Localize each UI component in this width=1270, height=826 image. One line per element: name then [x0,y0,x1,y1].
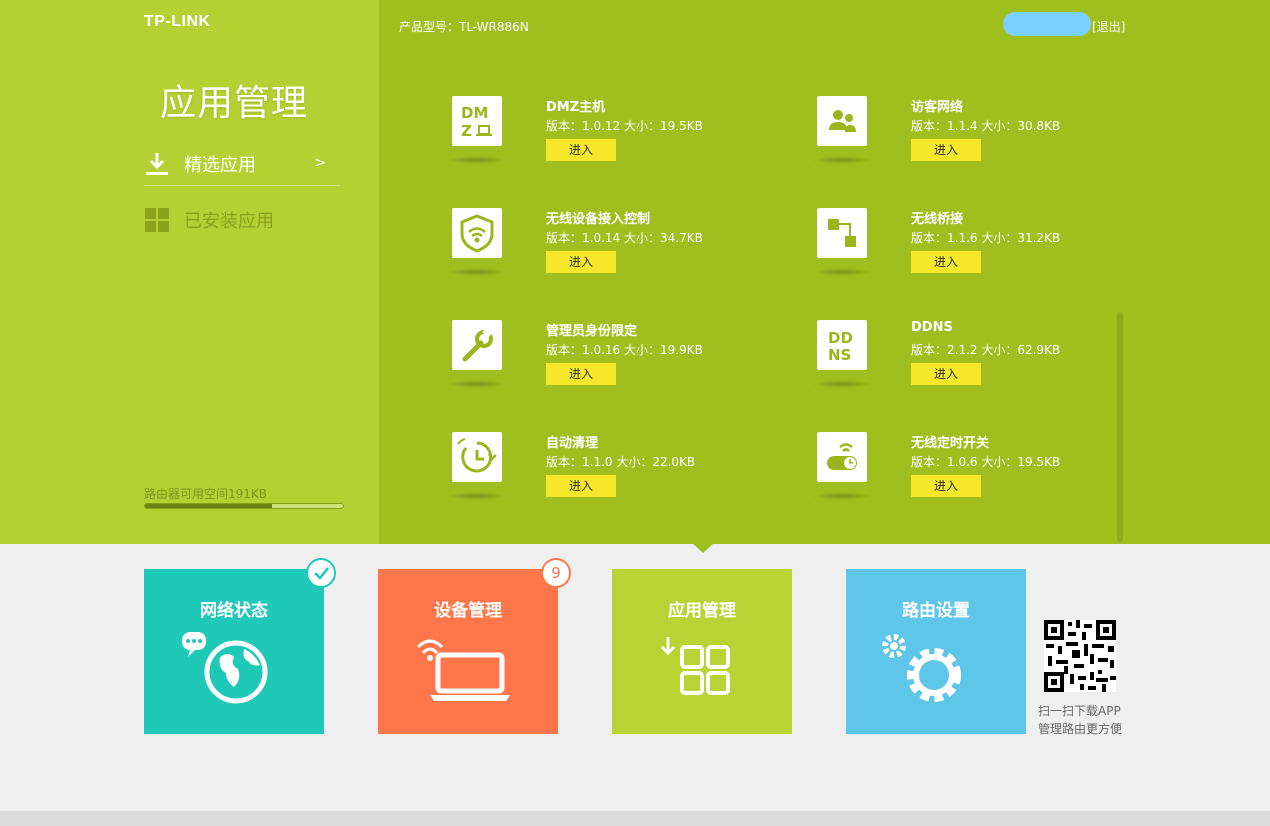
icon-shadow [811,268,873,276]
tile-network-status[interactable]: 网络状态 [144,569,324,734]
qr-caption-line2: 管理路由更方便 [1038,722,1123,736]
qr-caption: 扫一扫下载APP 管理路由更方便 [1038,702,1122,738]
qr-code [1044,620,1116,692]
app-name: 无线定时开关 [911,436,990,451]
wrench-icon [452,320,502,370]
icon-shadow [446,156,508,164]
app-card: 自动清理 版本：1.1.0 大小：22.0KB 进入 [446,432,792,532]
icon-shadow [811,492,873,500]
app-meta: 版本：1.1.4 大小：30.8KB [911,119,1061,133]
enter-button[interactable]: 进入 [546,139,616,161]
sidebar-item-featured-apps[interactable]: 精选应用 > [144,142,340,186]
sidebar-title: 应用管理 [160,83,309,124]
app-card: 无线定时开关 版本：1.0.6 大小：19.5KB 进入 [811,432,1157,532]
grid-icon [144,207,170,233]
icon-shadow [446,268,508,276]
guest-users-icon [817,96,867,146]
check-badge-icon [306,558,336,588]
enter-button[interactable]: 进入 [911,475,981,497]
wifi-shield-icon [452,208,502,258]
ddns-icon: DD NS [817,320,867,370]
tile-router-settings[interactable]: 路由设置 [846,569,1026,734]
app-card: 无线桥接 版本：1.1.6 大小：31.2KB 进入 [811,208,1157,308]
app-meta: 版本：1.0.6 大小：19.5KB [911,455,1061,469]
app-meta: 版本：1.0.14 大小：34.7KB [546,231,703,245]
gears-icon [882,634,961,702]
app-name: DDNS [911,320,953,335]
app-meta: 版本：1.0.12 大小：19.5KB [546,119,703,133]
top-panel: TP-LINK 应用管理 精选应用 > 已安装应用 路由器可用空间191KB 产… [0,0,1270,544]
svg-text:DD: DD [828,329,853,347]
icon-shadow [446,380,508,388]
app-meta: 版本：1.0.16 大小：19.9KB [546,343,703,357]
app-meta: 版本：2.1.2 大小：62.9KB [911,343,1061,357]
sidebar: TP-LINK 应用管理 精选应用 > 已安装应用 路由器可用空间191KB [0,0,379,544]
sidebar-item-installed-apps[interactable]: 已安装应用 [144,198,340,242]
enter-button[interactable]: 进入 [546,363,616,385]
chevron-right-icon: > [314,155,326,171]
apps-grid-icon [660,637,730,695]
wifi-timer-icon [817,432,867,482]
bridge-icon [817,208,867,258]
sidebar-item-label: 已安装应用 [184,211,274,232]
app-name: 无线设备接入控制 [546,212,651,227]
app-card: 管理员身份限定 版本：1.0.16 大小：19.9KB 进入 [446,320,792,420]
tile-device-management[interactable]: 设备管理 [378,569,558,734]
download-icon [144,151,170,177]
sidebar-item-label: 精选应用 [184,154,256,176]
app-name: 无线桥接 [911,212,964,227]
app-card: 访客网络 版本：1.1.4 大小：30.8KB 进入 [811,96,1157,196]
svg-text:Z: Z [461,122,472,140]
storage-bar [144,503,344,509]
svg-text:NS: NS [828,346,851,364]
app-name: 自动清理 [546,436,599,451]
enter-button[interactable]: 进入 [911,139,981,161]
dmz-icon: DM Z [452,96,502,146]
storage-label: 路由器可用空间191KB [144,487,268,501]
app-name: 管理员身份限定 [546,324,638,339]
enter-button[interactable]: 进入 [911,251,981,273]
icon-shadow [811,380,873,388]
icon-shadow [446,492,508,500]
product-model: 产品型号：TL-WR886N [399,20,529,34]
app-meta: 版本：1.1.0 大小：22.0KB [546,455,696,469]
redacted-username [1003,12,1091,36]
enter-button[interactable]: 进入 [911,363,981,385]
footer-bar [0,811,1270,826]
enter-button[interactable]: 进入 [546,251,616,273]
app-name: DMZ主机 [546,100,606,115]
icon-shadow [811,156,873,164]
logout-link[interactable]: [退出] [1092,18,1125,35]
app-card: DM Z DMZ主机 版本：1.0.12 大小：19.5KB 进入 [446,96,792,196]
app-meta: 版本：1.1.6 大小：31.2KB [911,231,1061,245]
laptop-wifi-icon [416,639,510,701]
app-card: DD NS DDNS 版本：2.1.2 大小：62.9KB 进入 [811,320,1157,420]
auto-clean-icon [452,432,502,482]
device-count-badge: 9 [541,558,571,588]
storage-bar-fill [145,504,272,508]
app-card: 无线设备接入控制 版本：1.0.14 大小：34.7KB 进入 [446,208,792,308]
app-name: 访客网络 [911,100,964,115]
enter-button[interactable]: 进入 [546,475,616,497]
svg-text:DM: DM [461,104,488,122]
globe-chat-icon [182,632,268,704]
active-tile-pointer [692,543,714,553]
scrollbar[interactable] [1117,312,1123,542]
qr-caption-line1: 扫一扫下载APP [1038,704,1121,718]
brand-logo: TP-LINK [144,13,211,30]
tile-app-management[interactable]: 应用管理 [612,569,792,734]
